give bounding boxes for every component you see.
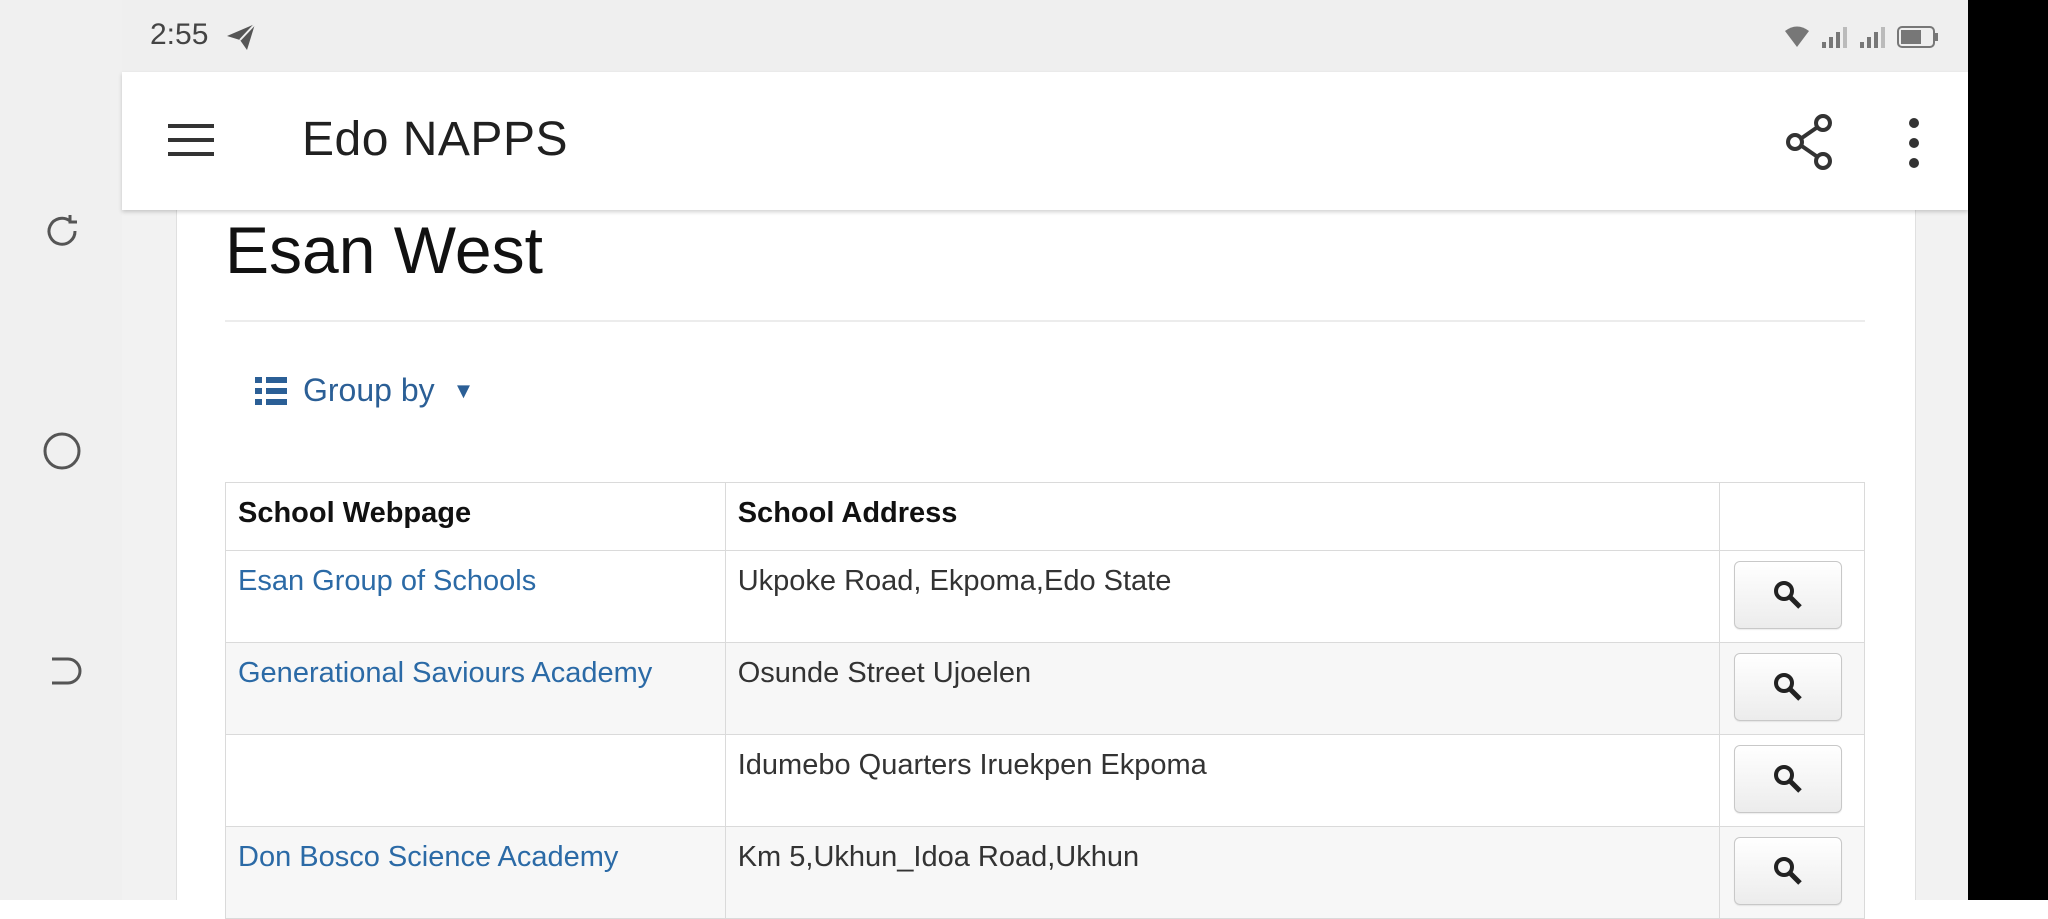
table-row: Idumebo Quarters Iruekpen Ekpoma (225, 734, 1865, 827)
header-actions (1719, 482, 1865, 551)
app-bar: Edo NAPPS (122, 72, 1968, 210)
signal-icon (1822, 27, 1847, 48)
school-name-cell (225, 734, 726, 827)
school-address-cell: Osunde Street Ujoelen (724, 642, 1721, 735)
recent-apps-button[interactable] (40, 209, 84, 253)
app-title: Edo NAPPS (302, 113, 568, 166)
back-button[interactable] (40, 649, 84, 693)
view-school-button[interactable] (1734, 653, 1842, 721)
action-cell (1719, 642, 1865, 735)
search-icon (1774, 857, 1802, 885)
content-card: Esan West Group by ▼ School Webpage Scho… (176, 210, 1916, 919)
table-row: Esan Group of Schools Ukpoke Road, Ekpom… (225, 550, 1865, 643)
action-cell (1719, 550, 1865, 643)
school-name-cell: Don Bosco Science Academy (225, 826, 726, 919)
school-link[interactable]: Esan Group of Schools (238, 565, 536, 597)
schools-table: School Webpage School Address Esan Group… (225, 482, 1865, 919)
school-address-cell: Idumebo Quarters Iruekpen Ekpoma (724, 734, 1721, 827)
signal-icon (1860, 27, 1885, 48)
table-row: Generational Saviours Academy Osunde Str… (225, 642, 1865, 735)
wifi-icon (1785, 26, 1809, 47)
action-cell (1719, 826, 1865, 919)
menu-icon[interactable] (166, 118, 216, 162)
school-name-cell: Generational Saviours Academy (225, 642, 726, 735)
battery-icon (1897, 26, 1938, 48)
view-school-button[interactable] (1734, 837, 1842, 905)
home-button[interactable] (40, 429, 84, 473)
status-icons (1784, 24, 1940, 50)
page-title: Esan West (225, 213, 543, 287)
back-icon (52, 657, 82, 685)
navigation-bar (0, 0, 122, 900)
school-address-cell: Ukpoke Road, Ekpoma,Edo State (724, 550, 1721, 643)
search-icon (1774, 765, 1802, 793)
group-by-button[interactable]: Group by ▼ (253, 372, 474, 409)
send-icon (227, 23, 256, 50)
recent-apps-icon (47, 215, 77, 246)
table-header-row: School Webpage School Address (225, 482, 1865, 551)
divider (225, 320, 1865, 322)
status-bar: 2:55 (122, 0, 1968, 72)
school-link[interactable]: Generational Saviours Academy (238, 657, 652, 689)
header-school-webpage: School Webpage (225, 482, 726, 551)
caret-down-icon: ▼ (452, 377, 475, 403)
view-school-button[interactable] (1734, 745, 1842, 813)
search-icon (1774, 581, 1802, 609)
table-row: Don Bosco Science Academy Km 5,Ukhun_Ido… (225, 826, 1865, 919)
home-circle-icon (43, 432, 81, 470)
share-icon[interactable] (1782, 112, 1838, 172)
screen-edge (1968, 0, 2048, 900)
group-by-label: Group by (303, 372, 435, 408)
status-time: 2:55 (150, 18, 209, 51)
search-icon (1774, 673, 1802, 701)
action-cell (1719, 734, 1865, 827)
school-link[interactable]: Don Bosco Science Academy (238, 841, 618, 873)
more-vert-icon[interactable] (1902, 114, 1926, 172)
header-school-address: School Address (724, 482, 1721, 551)
school-name-cell: Esan Group of Schools (225, 550, 726, 643)
list-icon (253, 373, 289, 409)
school-address-cell: Km 5,Ukhun_Idoa Road,Ukhun (724, 826, 1721, 919)
view-school-button[interactable] (1734, 561, 1842, 629)
